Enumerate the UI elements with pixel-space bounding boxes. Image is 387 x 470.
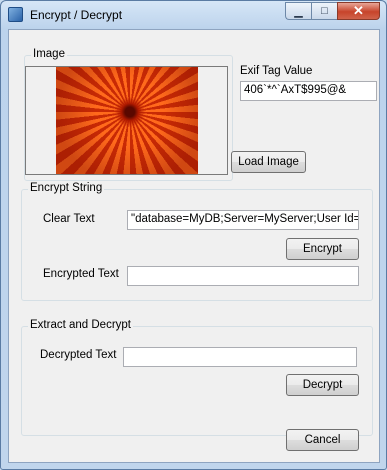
clear-text-field[interactable]: "database=MyDB;Server=MyServer;User Id=r…	[127, 210, 359, 230]
close-icon: ✕	[353, 3, 364, 18]
form-client-area: Image Exif Tag Value 406`*^`AxT$995@& Lo…	[8, 29, 380, 463]
title-bar[interactable]: Encrypt / Decrypt ▁ □ ✕	[1, 1, 386, 29]
flower-image	[56, 67, 198, 174]
exif-tag-field[interactable]: 406`*^`AxT$995@&	[240, 81, 377, 101]
image-picture-box	[25, 66, 228, 175]
exif-tag-label: Exif Tag Value	[240, 65, 313, 77]
cancel-button[interactable]: Cancel	[286, 429, 359, 451]
clear-text-label: Clear Text	[43, 213, 95, 225]
decrypted-text-field[interactable]	[123, 347, 357, 367]
load-image-button[interactable]: Load Image	[231, 151, 306, 173]
close-button[interactable]: ✕	[337, 2, 380, 20]
image-group-label: Image	[31, 48, 67, 60]
encrypt-button[interactable]: Encrypt	[286, 238, 359, 260]
decrypted-text-label: Decrypted Text	[40, 349, 117, 361]
maximize-icon: □	[321, 5, 328, 17]
decrypt-group-label: Extract and Decrypt	[28, 319, 133, 331]
encrypted-text-label: Encrypted Text	[43, 268, 119, 280]
window-controls: ▁ □ ✕	[285, 2, 380, 21]
maximize-button[interactable]: □	[311, 2, 337, 20]
decrypt-button[interactable]: Decrypt	[286, 374, 359, 396]
main-window: Encrypt / Decrypt ▁ □ ✕ Image Exif Tag V…	[0, 0, 387, 470]
window-title: Encrypt / Decrypt	[30, 8, 123, 22]
app-icon	[8, 7, 23, 22]
encrypted-text-field[interactable]	[127, 266, 359, 286]
encrypt-group-label: Encrypt String	[28, 182, 105, 194]
minimize-button[interactable]: ▁	[285, 2, 311, 20]
minimize-icon: ▁	[294, 5, 303, 18]
